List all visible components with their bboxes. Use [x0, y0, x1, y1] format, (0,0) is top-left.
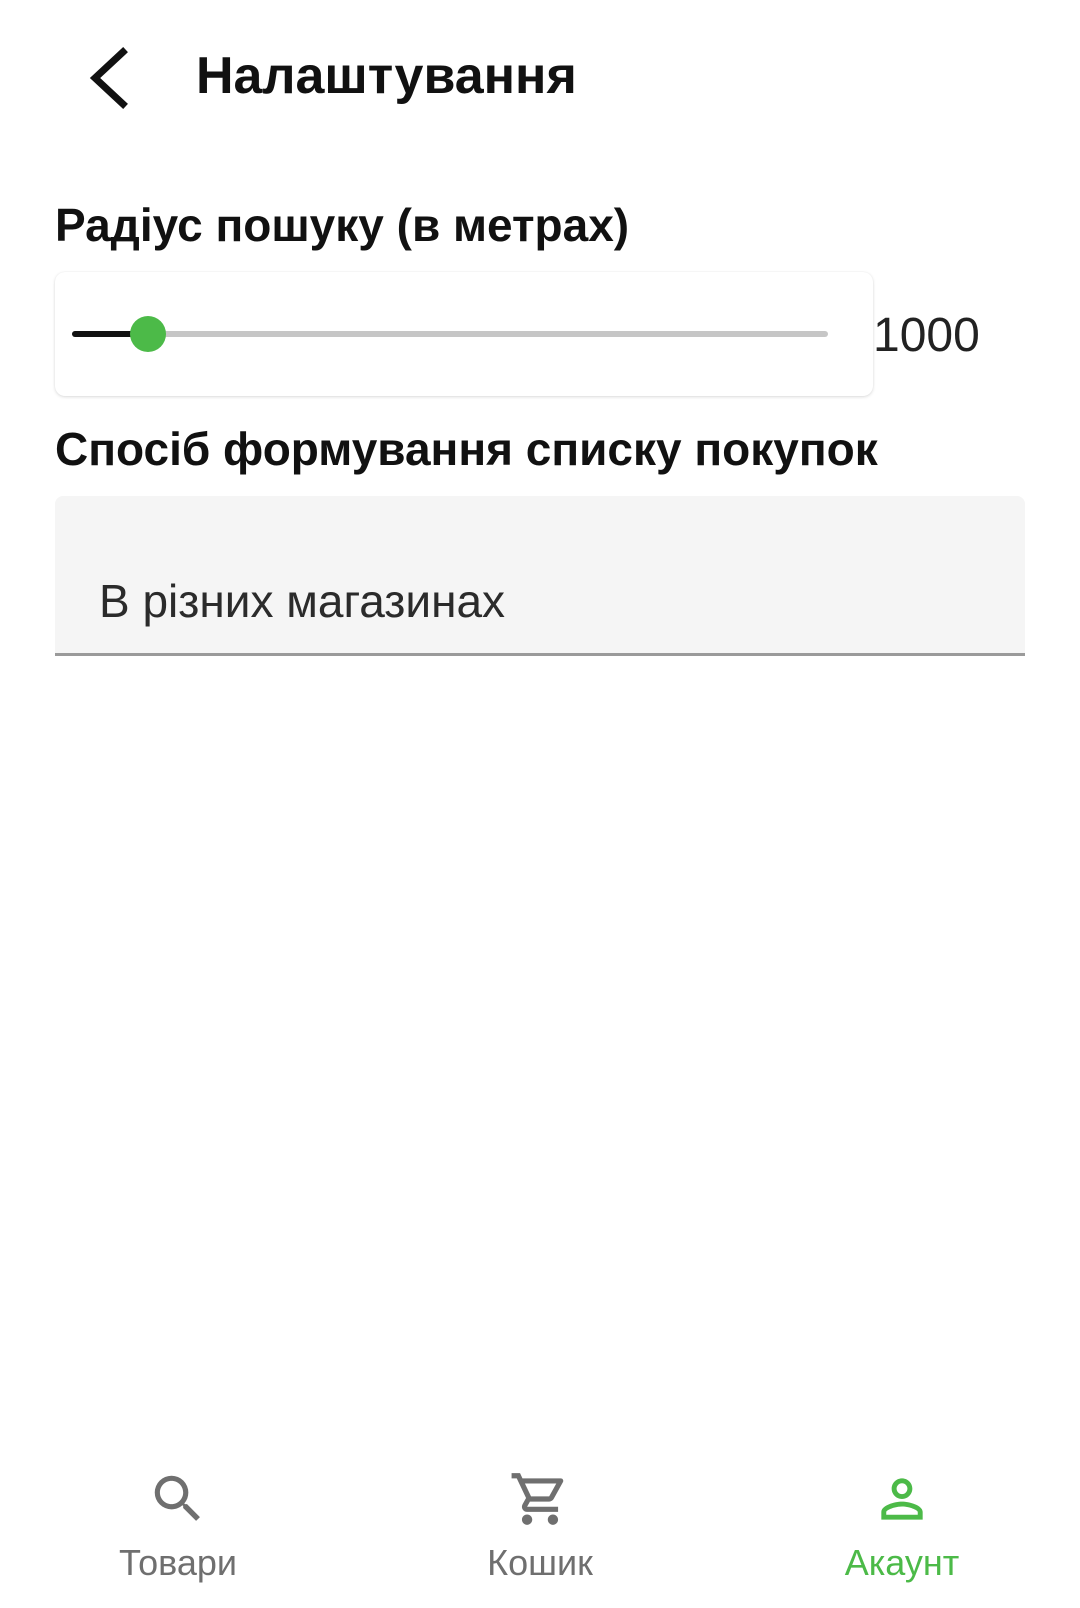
person-icon: [881, 1478, 923, 1520]
shopping-mode-select[interactable]: В різних магазинах: [55, 496, 1025, 656]
search-radius-label: Радіус пошуку (в метрах): [55, 199, 630, 251]
nav-label-account: Акаунт: [844, 1542, 960, 1583]
shopping-mode-label: Спосіб формування списку покупок: [55, 423, 878, 475]
radius-slider-track[interactable]: [72, 316, 828, 352]
radius-slider-card: [55, 272, 873, 396]
radius-value: 1000: [873, 309, 980, 362]
shopping-mode-selected-value: В різних магазинах: [99, 575, 506, 627]
nav-item-account[interactable]: Акаунт: [752, 1448, 1052, 1608]
page-title: Налаштування: [196, 47, 577, 105]
settings-screen: Налаштування Радіус пошуку (в метрах) 10…: [0, 0, 1080, 1608]
search-icon: [154, 1475, 200, 1521]
nav-label-products: Товари: [118, 1542, 238, 1583]
nav-item-products[interactable]: Товари: [28, 1448, 328, 1608]
radius-slider-thumb[interactable]: [129, 316, 166, 352]
back-button[interactable]: [72, 42, 144, 114]
cart-icon: [511, 1473, 564, 1525]
bottom-navigation: Товари Кошик Акаунт: [0, 1448, 1080, 1608]
nav-item-cart[interactable]: Кошик: [390, 1448, 690, 1608]
app-bar: Налаштування: [0, 0, 1080, 160]
nav-label-cart: Кошик: [487, 1542, 593, 1583]
chevron-left-icon: [89, 47, 128, 109]
